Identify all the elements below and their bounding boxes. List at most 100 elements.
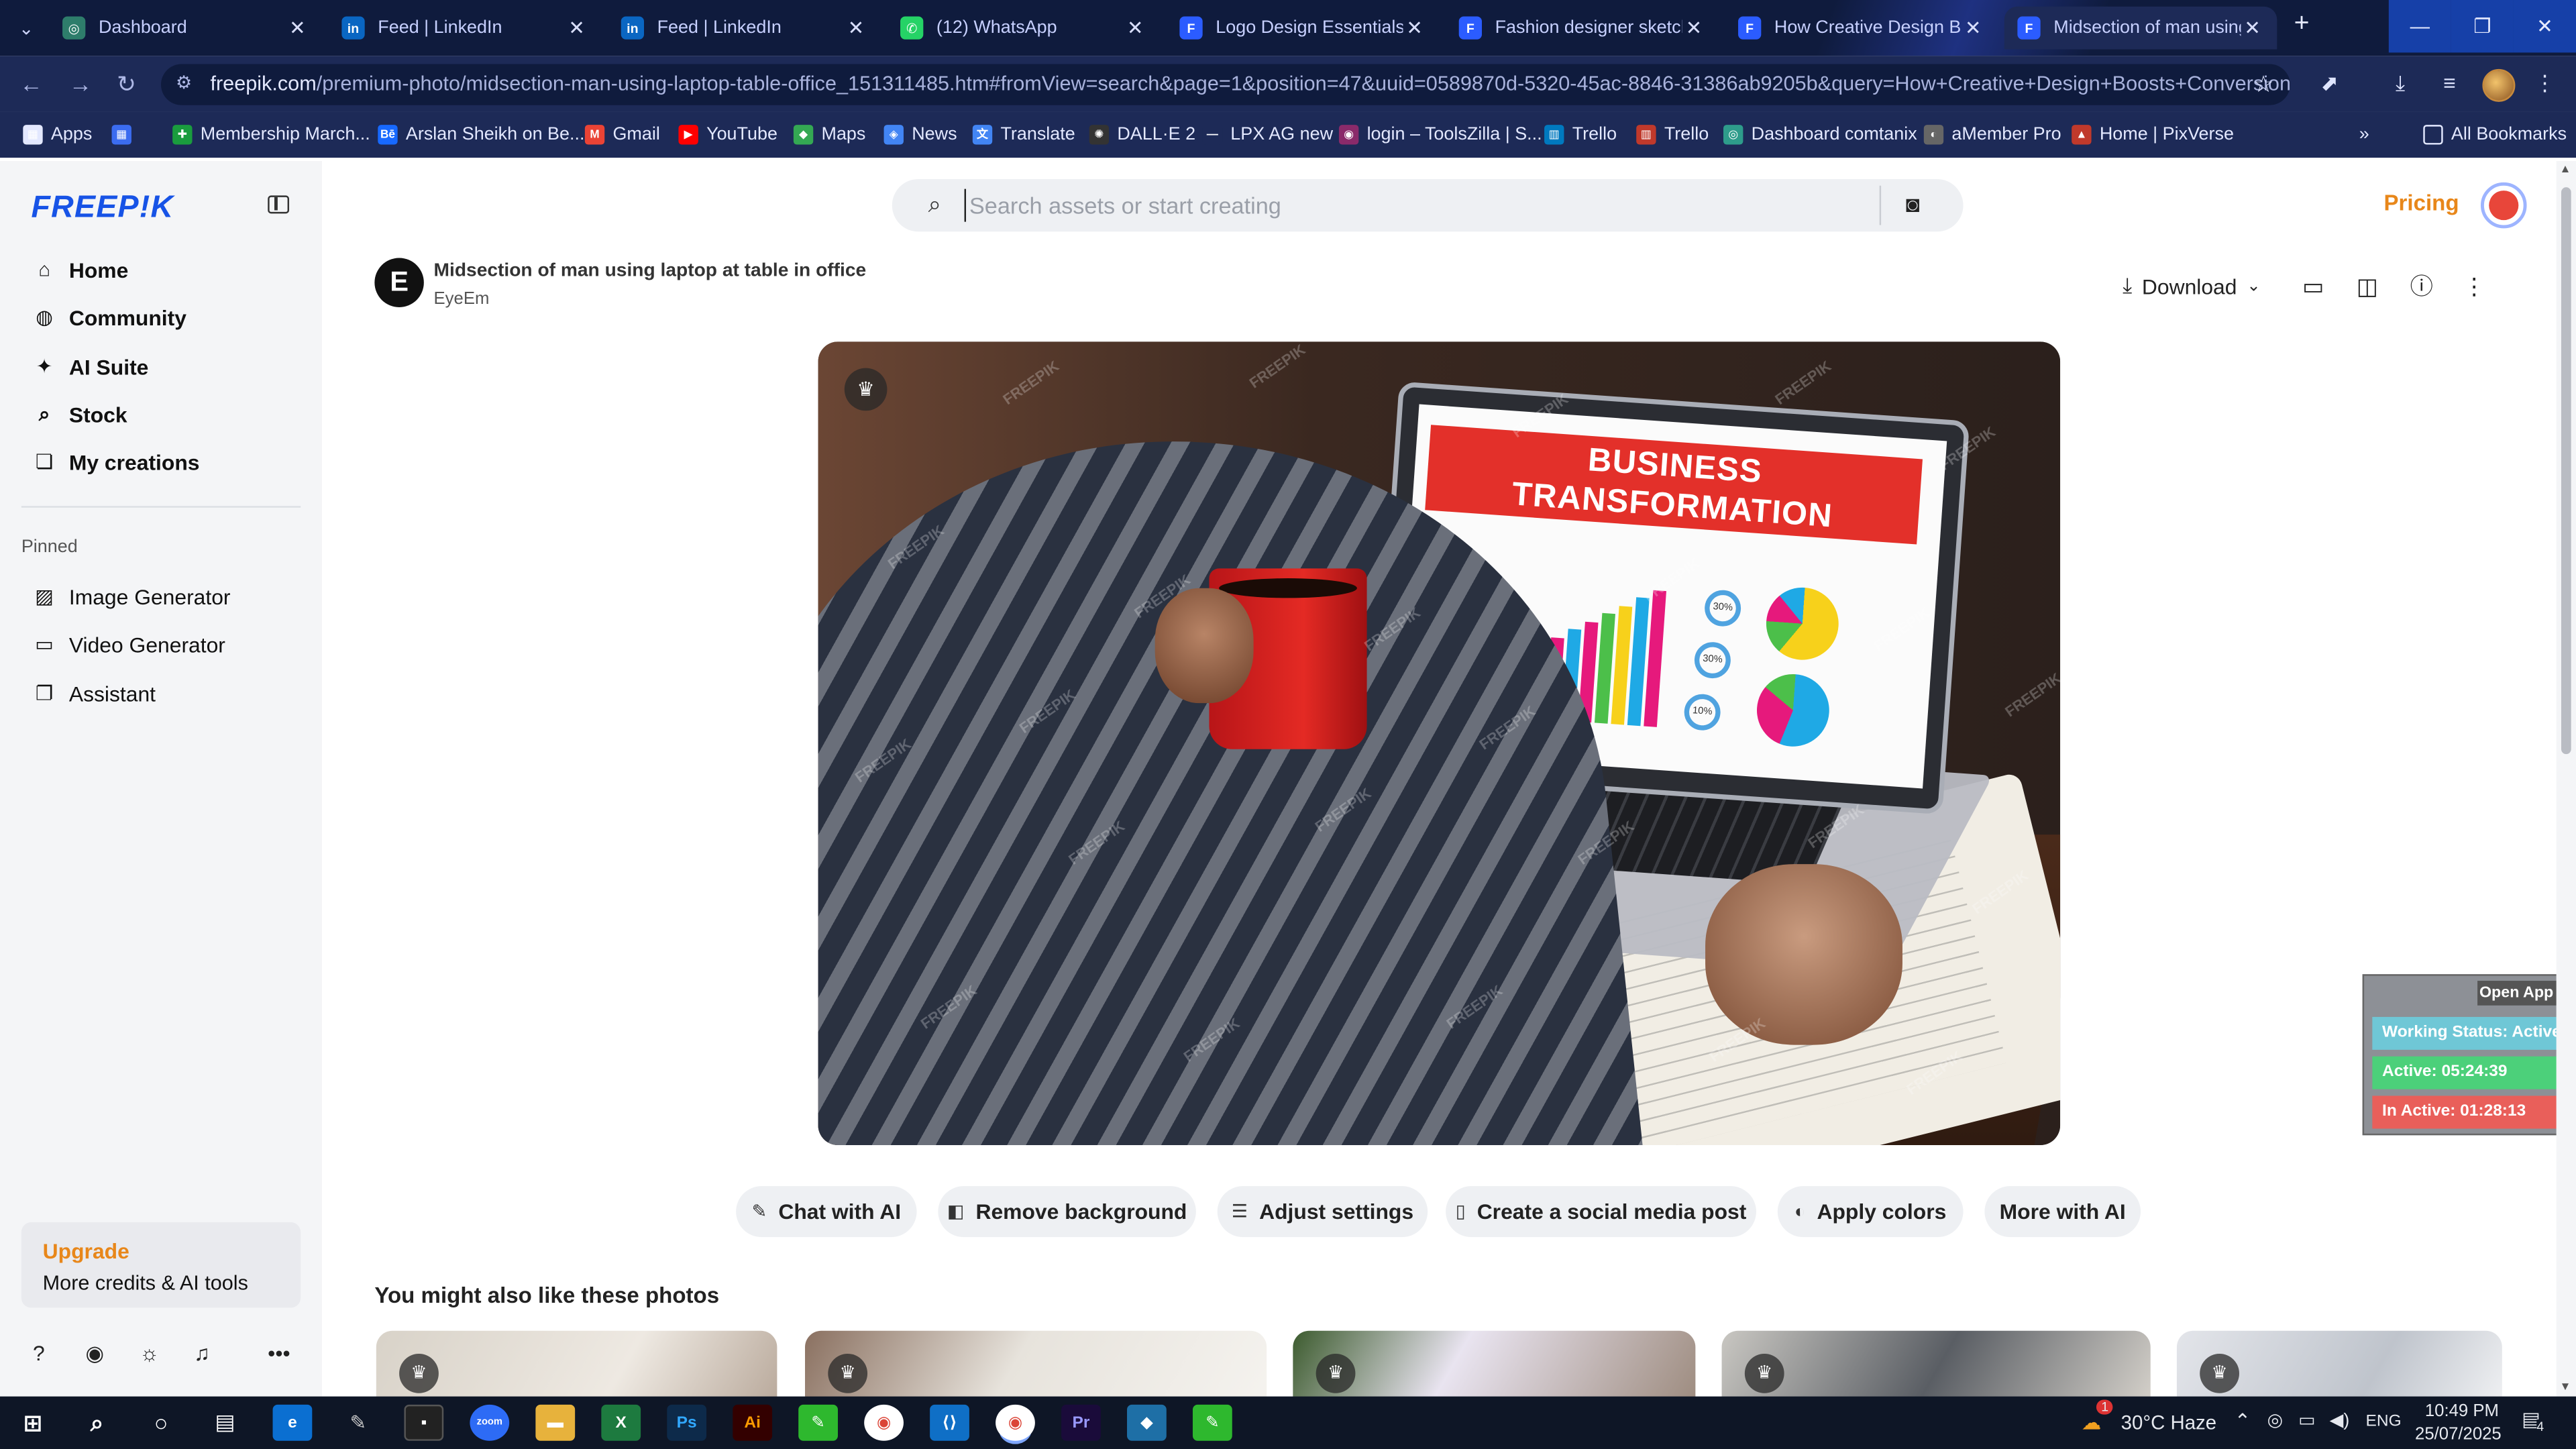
tab-close-icon[interactable]: ✕ — [286, 16, 309, 39]
excel-icon[interactable]: X — [601, 1404, 641, 1441]
edge-icon[interactable]: e — [272, 1404, 313, 1441]
tab-close-icon[interactable]: ✕ — [565, 16, 588, 39]
theme-icon[interactable]: ☼ — [140, 1340, 159, 1365]
sidebar-item-home[interactable]: ⌂ Home — [33, 253, 128, 286]
browser-tab[interactable]: F Logo Design Essentials: W✕ — [1167, 7, 1440, 50]
address-bar[interactable]: ⚙ freepik.com/premium-photo/midsection-m… — [161, 64, 2290, 105]
action-create-a-social-media-post[interactable]: ▯ Create a social media post — [1446, 1186, 1756, 1238]
download-button[interactable]: ⤓ Download ⌄ — [2123, 271, 2261, 301]
file-explorer-icon[interactable]: ▬ — [535, 1404, 576, 1441]
minimize-button[interactable]: — — [2388, 0, 2451, 53]
site-info-icon[interactable]: ⚙ — [176, 64, 192, 105]
app-icon[interactable]: ✎ — [1192, 1404, 1232, 1441]
browser-profile-avatar[interactable] — [2482, 68, 2516, 102]
volume-icon[interactable]: ◀) — [2330, 1409, 2350, 1431]
bookmark-item[interactable]: ▥ Trello — [1636, 123, 1709, 146]
tab-close-icon[interactable]: ✕ — [845, 16, 867, 39]
all-bookmarks-button[interactable]: All Bookmarks — [2423, 123, 2567, 146]
sidebar-collapse-icon[interactable] — [268, 195, 290, 214]
pen-icon[interactable]: ✎ — [338, 1405, 378, 1441]
media-controls-icon[interactable]: ≡ — [2434, 69, 2464, 99]
bookmark-star-icon[interactable]: ☆ — [2253, 64, 2274, 105]
action-remove-background[interactable]: ◧ Remove background — [938, 1186, 1196, 1238]
notifications-icon[interactable]: ♫ — [194, 1340, 210, 1365]
clock-date[interactable]: 25/07/2025 — [2415, 1424, 2502, 1444]
action-chat-with-ai[interactable]: ✎ Chat with AI — [736, 1186, 917, 1238]
bookmark-item[interactable]: ▦ — [111, 123, 140, 146]
tray-chevron-icon[interactable]: ⌃ — [2235, 1409, 2251, 1432]
tab-close-icon[interactable]: ✕ — [1962, 16, 1984, 39]
tab-search-icon[interactable]: ⌄ — [10, 11, 43, 44]
bookmark-item[interactable]: — LPX AG new — [1202, 123, 1333, 146]
task-view-icon[interactable]: ▤ — [205, 1405, 245, 1441]
weather-text[interactable]: 30°C Haze — [2121, 1411, 2216, 1434]
bookmark-item[interactable]: ▥ Trello — [1544, 123, 1617, 146]
tab-close-icon[interactable]: ✕ — [1124, 16, 1146, 39]
bookmark-item[interactable]: ◉ login – ToolsZilla | S... — [1338, 123, 1542, 146]
terminal-icon[interactable]: ▪ — [404, 1404, 444, 1441]
user-avatar[interactable] — [2480, 182, 2527, 229]
browser-tab[interactable]: in Feed | LinkedIn ✕ — [329, 7, 602, 50]
bookmark-item[interactable]: ✺ DALL·E 2 — [1089, 123, 1195, 146]
photoshop-icon[interactable]: Ps — [667, 1404, 707, 1441]
illustrator-icon[interactable]: Ai — [733, 1404, 773, 1441]
back-icon[interactable]: ← — [16, 69, 46, 99]
clock-time[interactable]: 10:49 PM — [2420, 1401, 2499, 1421]
app-icon[interactable]: ◆ — [1127, 1404, 1167, 1441]
extensions-icon[interactable]: ⬈ — [2315, 69, 2345, 99]
tray-app-icon[interactable]: ◎ — [2267, 1409, 2284, 1431]
discord-icon[interactable]: ◉ — [85, 1340, 104, 1366]
app-icon[interactable]: ✎ — [798, 1404, 838, 1441]
reload-icon[interactable]: ↻ — [112, 69, 142, 99]
more-icon[interactable]: ••• — [268, 1340, 290, 1365]
bookmarks-overflow-icon[interactable]: » — [2359, 123, 2369, 146]
browser-tab[interactable]: F How Creative Design Boo ✕ — [1725, 7, 1998, 50]
edit-asset-icon[interactable]: ◫ — [2353, 271, 2382, 301]
bookmark-item[interactable]: ▶ YouTube — [678, 123, 777, 146]
browser-tab[interactable]: ◎ Dashboard ✕ — [49, 7, 322, 50]
scrollbar-thumb[interactable] — [2561, 187, 2571, 755]
sidebar-item-community[interactable]: ◍ Community — [33, 301, 186, 333]
pinned-item-image-generator[interactable]: ▨ Image Generator — [33, 580, 231, 612]
premiere-icon[interactable]: Pr — [1061, 1404, 1101, 1441]
save-collection-icon[interactable]: ▭ — [2298, 271, 2328, 301]
window-close-button[interactable]: ✕ — [2513, 0, 2576, 53]
author-avatar[interactable]: E — [374, 258, 424, 307]
page-scrollbar[interactable]: ▲ ▼ — [2556, 161, 2576, 1397]
taskbar-search-icon[interactable]: ⌕ — [77, 1405, 117, 1441]
vscode-icon[interactable]: ⟨⟩ — [930, 1404, 969, 1441]
bookmark-item[interactable]: ◎ Dashboard comtanix — [1723, 123, 1917, 146]
help-icon[interactable]: ? — [33, 1340, 45, 1365]
search-icon[interactable]: ⌕ — [928, 191, 941, 219]
scroll-down-icon[interactable]: ▼ — [2560, 1382, 2571, 1393]
bookmark-item[interactable]: ▲ Home | PixVerse — [2072, 123, 2234, 146]
pinned-item-assistant[interactable]: ❐ Assistant — [33, 677, 156, 710]
scroll-up-icon[interactable]: ▲ — [2560, 164, 2571, 176]
bookmark-item[interactable]: 文 Translate — [972, 123, 1075, 146]
info-icon[interactable]: ⓘ — [2407, 271, 2436, 301]
upgrade-card[interactable]: Upgrade More credits & AI tools — [21, 1222, 301, 1308]
sidebar-item-stock[interactable]: ⌕ Stock — [33, 398, 127, 431]
camera-search-icon[interactable]: ◙ — [1906, 191, 1920, 217]
freepik-logo[interactable]: FREEP!K — [32, 191, 174, 227]
sidebar-item-my-creations[interactable]: ❏ My creations — [33, 445, 200, 478]
more-options-icon[interactable]: ⋮ — [2459, 271, 2489, 301]
bookmark-item[interactable]: ◆ Maps — [793, 123, 865, 146]
chrome-icon[interactable]: ◉ — [864, 1404, 904, 1441]
browser-tab[interactable]: ✆ (12) WhatsApp ✕ — [887, 7, 1160, 50]
search-input[interactable] — [964, 189, 1876, 222]
downloads-icon[interactable]: ⤓ — [2385, 69, 2415, 99]
tab-close-icon[interactable]: ✕ — [2241, 16, 2263, 39]
chrome-active-icon[interactable]: ◉ — [996, 1404, 1035, 1441]
browser-tab[interactable]: F Midsection of man using ✕ — [2004, 6, 2277, 50]
windows-start-icon[interactable]: ⊞ — [13, 1405, 53, 1441]
language-indicator[interactable]: ENG — [2366, 1413, 2402, 1431]
sidebar-item-ai-suite[interactable]: ✦ AI Suite — [33, 350, 149, 383]
bookmark-item[interactable]: Bē Arslan Sheikh on Be... — [378, 123, 584, 146]
restore-button[interactable]: ❐ — [2451, 0, 2514, 53]
pricing-link[interactable]: Pricing — [2383, 191, 2459, 215]
action-adjust-settings[interactable]: ☰ Adjust settings — [1217, 1186, 1428, 1238]
cortana-icon[interactable]: ○ — [142, 1405, 181, 1441]
tab-close-icon[interactable]: ✕ — [1403, 16, 1426, 39]
main-photo[interactable]: BUSINESS TRANSFORMATION 30% 30% 10% FREE… — [818, 341, 2061, 1145]
